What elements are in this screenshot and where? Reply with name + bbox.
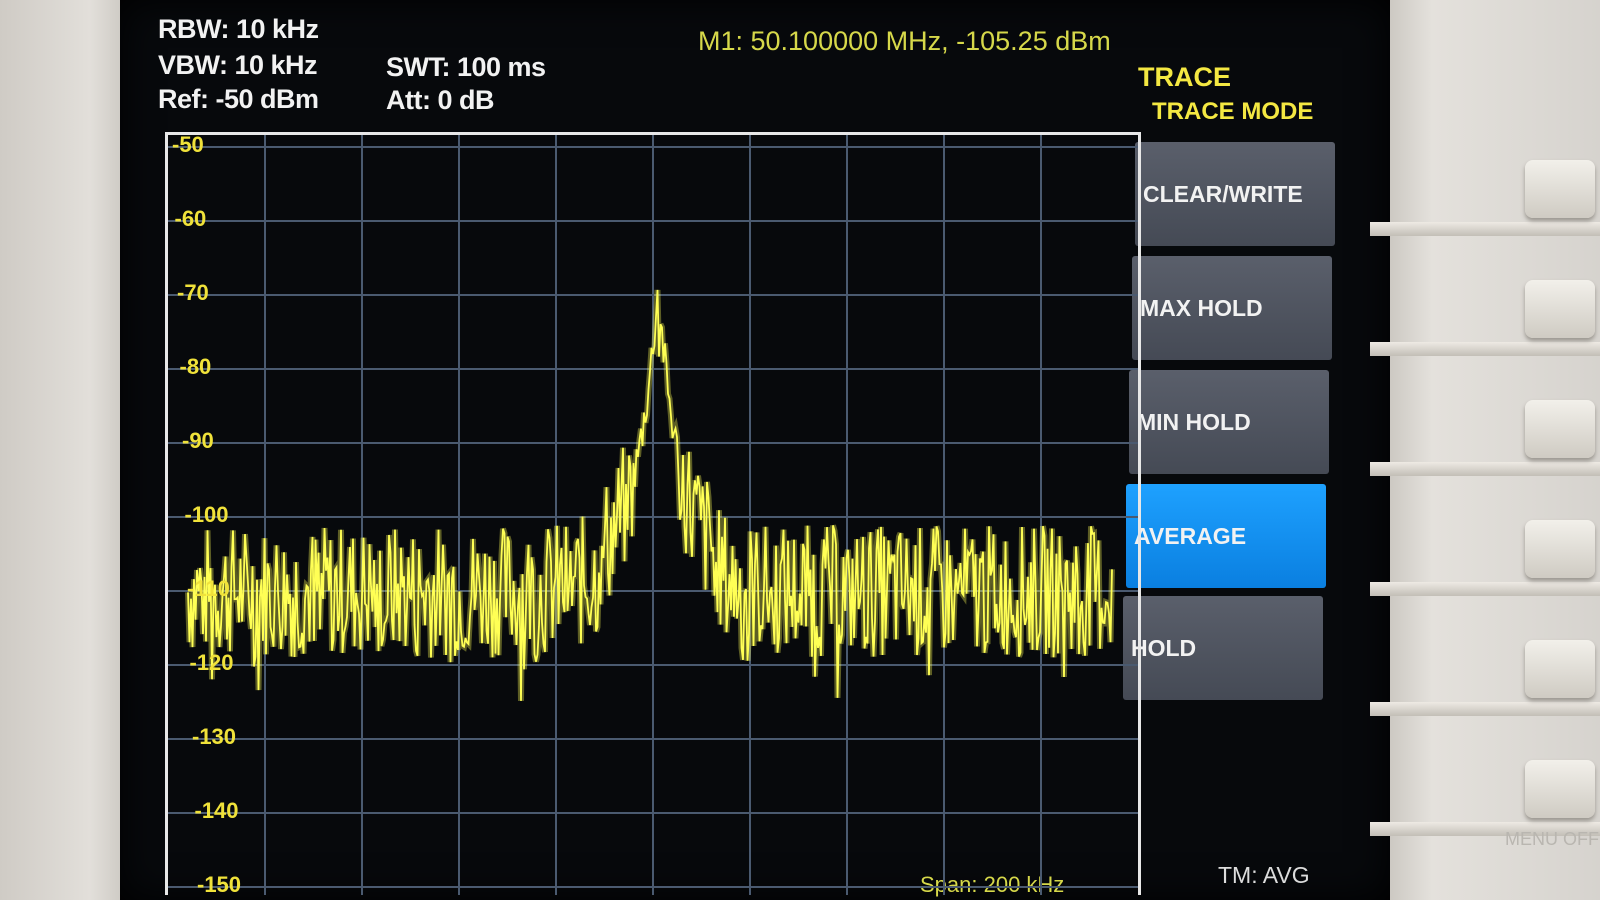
hardware-softkey-button-4[interactable] xyxy=(1525,520,1595,578)
softkey-min-hold[interactable]: MIN HOLD xyxy=(1129,370,1329,474)
softkey-average[interactable]: AVERAGE xyxy=(1126,484,1326,588)
y-tick-label: -70 xyxy=(177,280,209,305)
y-tick-label: -50 xyxy=(172,132,204,157)
spectrum-trace-glow xyxy=(185,289,1115,701)
spectrum-plot-svg xyxy=(168,135,1138,895)
y-tick-label: -130 xyxy=(192,724,237,749)
bezel-shelf xyxy=(1370,582,1600,596)
attenuation-readout: Att: 0 dB xyxy=(386,85,494,115)
y-tick-label: -120 xyxy=(189,650,234,675)
hardware-softkey-button-1[interactable] xyxy=(1525,160,1595,218)
y-tick-label: -90 xyxy=(182,428,214,453)
sweep-time-readout: SWT: 100 ms xyxy=(386,52,546,82)
ref-level-readout: Ref: -50 dBm xyxy=(158,84,319,114)
y-tick-label: -80 xyxy=(179,354,212,379)
bezel-shelf xyxy=(1370,462,1600,476)
menu-off-label: MENU OFF xyxy=(1505,829,1599,849)
hardware-softkey-button-5[interactable] xyxy=(1525,640,1595,698)
bezel-shelf xyxy=(1370,702,1600,716)
bezel-shelf xyxy=(1370,342,1600,356)
hardware-softkey-button-3[interactable] xyxy=(1525,400,1595,458)
softkey-clear-write[interactable]: CLEAR/WRITE xyxy=(1135,142,1335,246)
vbw-readout: VBW: 10 kHz xyxy=(158,50,318,80)
trace-mode-indicator: TM: AVG xyxy=(1218,862,1310,888)
menu-title: TRACE xyxy=(1138,62,1231,92)
y-tick-label: -110 xyxy=(187,576,230,601)
hardware-softkey-button-2[interactable] xyxy=(1525,280,1595,338)
marker-readout: M1: 50.100000 MHz, -105.25 dBm xyxy=(698,26,1111,56)
rbw-readout: RBW: 10 kHz xyxy=(158,14,319,44)
y-tick-label: -100 xyxy=(184,502,229,527)
spectrum-plot xyxy=(165,132,1141,895)
y-tick-label: -150 xyxy=(197,872,242,897)
y-tick-label: -60 xyxy=(174,206,207,231)
softkey-max-hold[interactable]: MAX HOLD xyxy=(1132,256,1332,360)
y-tick-label: -140 xyxy=(194,798,239,823)
bezel-shelf xyxy=(1370,222,1600,236)
hardware-softkey-button-6[interactable] xyxy=(1525,760,1595,818)
menu-subtitle: TRACE MODE xyxy=(1152,98,1314,125)
softkey-hold[interactable]: HOLD xyxy=(1123,596,1323,700)
